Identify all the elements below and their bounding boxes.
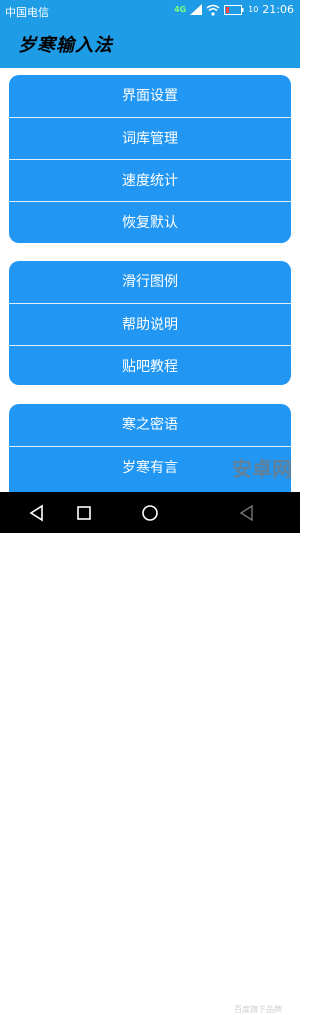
- menu-item-interface-settings[interactable]: 界面设置: [9, 75, 291, 117]
- back-triangle-icon[interactable]: [28, 504, 46, 522]
- recent-square-icon[interactable]: [75, 504, 93, 522]
- clock: 21:06: [262, 3, 294, 16]
- carrier-name: 中国电信: [5, 6, 49, 19]
- help-group: 滑行图例 帮助说明 贴吧教程: [9, 261, 291, 385]
- settings-group: 界面设置 词库管理 速度统计 恢复默认: [9, 75, 291, 243]
- home-circle-icon[interactable]: [141, 504, 159, 522]
- watermark-subtext: 百度旗下品牌: [234, 1005, 282, 1014]
- app-title: 岁寒输入法: [18, 35, 113, 56]
- status-icons: 4G 10 21:06: [174, 3, 294, 16]
- menu-item-tieba-tutorial[interactable]: 贴吧教程: [9, 345, 291, 385]
- signal-icon: [190, 4, 203, 15]
- battery-level: 10: [248, 5, 259, 14]
- status-bar: 中国电信 4G 10 21:06: [0, 0, 300, 22]
- menu-item-restore-defaults[interactable]: 恢复默认: [9, 201, 291, 243]
- network-type: 4G: [173, 5, 187, 14]
- battery-icon: [224, 4, 244, 15]
- navigation-bar: 百度旗下品牌: [0, 492, 300, 1014]
- app-header: 岁寒输入法: [0, 22, 300, 68]
- watermark-logo-text: 安卓网: [232, 457, 292, 481]
- menu-item-swipe-legend[interactable]: 滑行图例: [9, 261, 291, 303]
- wifi-icon: [206, 4, 220, 16]
- menu-item-help[interactable]: 帮助说明: [9, 303, 291, 345]
- menu-item-dictionary-management[interactable]: 词库管理: [9, 117, 291, 159]
- menu-item-secret-words[interactable]: 寒之密语: [9, 404, 291, 446]
- watermark-logo: 安卓网: [232, 453, 292, 482]
- menu-item-speed-stats[interactable]: 速度统计: [9, 159, 291, 201]
- back-triangle-secondary-icon[interactable]: [238, 504, 256, 522]
